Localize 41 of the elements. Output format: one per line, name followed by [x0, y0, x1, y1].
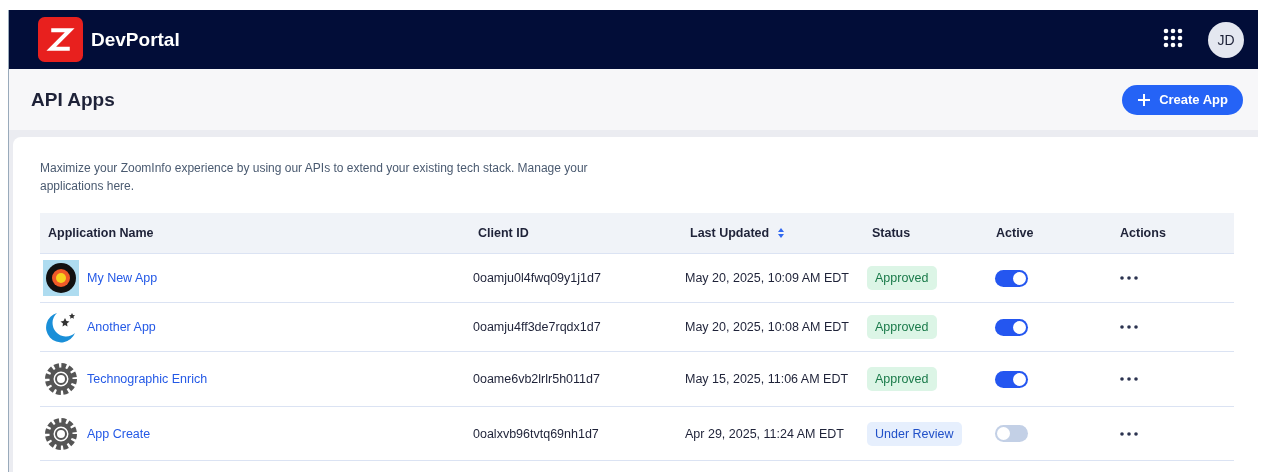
plus-icon	[1137, 92, 1152, 107]
sort-icon[interactable]	[777, 227, 786, 239]
column-header: Status	[872, 226, 911, 240]
column-header: Client ID	[478, 226, 529, 240]
status-badge: Approved	[867, 315, 937, 339]
column-header[interactable]: Last Updated	[690, 226, 770, 240]
app-icon	[43, 260, 79, 296]
last-updated: May 20, 2025, 10:08 AM EDT	[685, 320, 849, 334]
active-toggle[interactable]	[995, 370, 1028, 388]
gear-icon	[43, 361, 79, 397]
active-toggle[interactable]	[995, 425, 1028, 442]
app-name-link[interactable]: Another App	[87, 320, 156, 334]
client-id: 0oamju0l4fwq09y1j1d7	[473, 271, 601, 285]
client-id: 0oame6vb2lrlr5h011d7	[473, 372, 600, 386]
intro-text: Maximize your ZoomInfo experience by using our APIs to extend your existing tech stack. Manage your applications here.	[40, 160, 589, 195]
last-updated: Apr 29, 2025, 11:24 AM EDT	[685, 426, 844, 441]
active-toggle[interactable]	[995, 269, 1028, 287]
status-badge: Under Review	[867, 421, 962, 446]
more-icon[interactable]	[1120, 377, 1138, 381]
status-badge: Approved	[867, 367, 937, 391]
client-id: 0oalxvb96tvtq69nh1d7	[473, 426, 599, 441]
page-title: API Apps	[31, 88, 115, 111]
user-avatar[interactable]: JD	[1208, 21, 1244, 58]
active-toggle[interactable]	[995, 318, 1028, 336]
column-header: Active	[996, 226, 1034, 240]
app-name-link[interactable]: Technographic Enrich	[87, 372, 208, 386]
more-icon[interactable]	[1120, 431, 1138, 436]
create-app-button[interactable]: Create App	[1122, 84, 1243, 115]
more-icon[interactable]	[1120, 276, 1138, 280]
last-updated: May 20, 2025, 10:09 AM EDT	[685, 271, 849, 285]
app-name-link[interactable]: My New App	[87, 271, 158, 285]
client-id: 0oamju4ff3de7rqdx1d7	[473, 320, 601, 334]
gear-icon	[43, 415, 79, 452]
app-name-link[interactable]: App Create	[87, 426, 151, 441]
last-updated: May 15, 2025, 11:06 AM EDT	[685, 372, 849, 386]
brand-name: DevPortal	[91, 28, 180, 51]
logo-icon	[38, 17, 83, 62]
more-icon[interactable]	[1120, 325, 1138, 329]
column-header: Application Name	[48, 226, 154, 240]
column-header: Actions	[1120, 226, 1166, 240]
status-badge: Approved	[867, 266, 937, 290]
